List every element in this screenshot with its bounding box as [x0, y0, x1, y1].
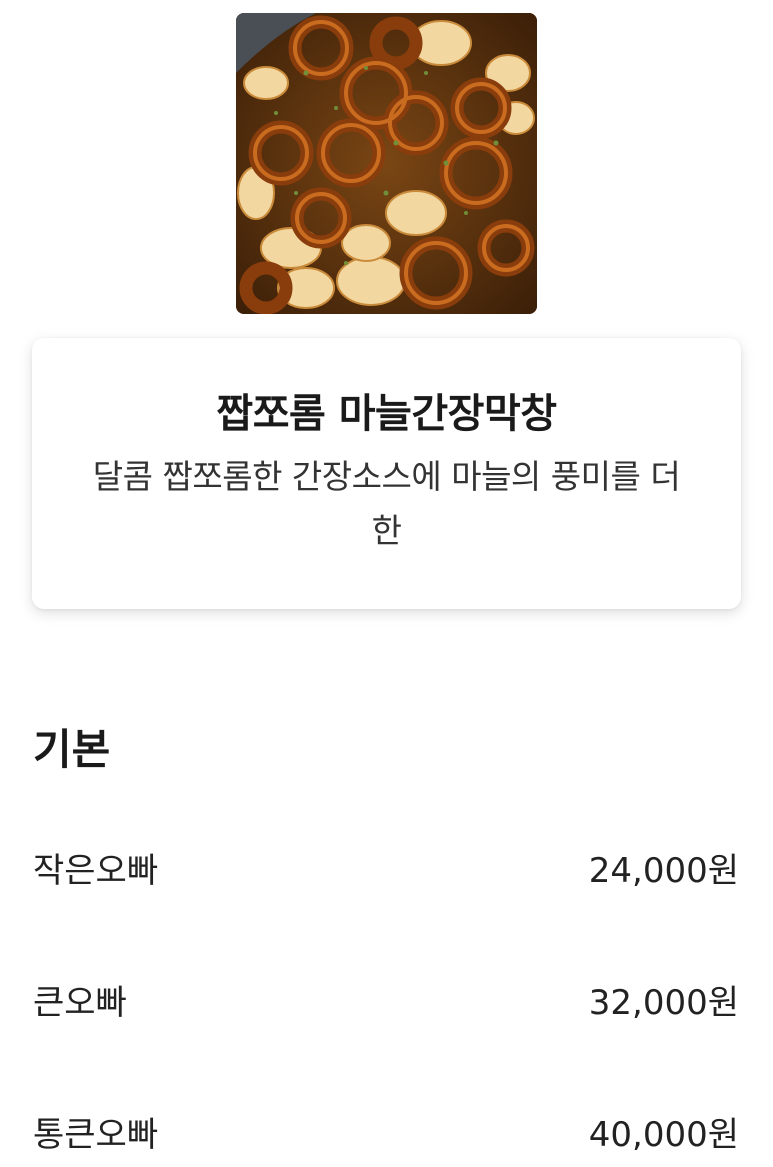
option-price: 24,000원	[588, 850, 739, 891]
option-row[interactable]: 큰오빠 32,000원	[33, 974, 739, 1024]
menu-food-image	[236, 13, 537, 314]
option-price: 40,000원	[588, 1114, 739, 1155]
option-row[interactable]: 통큰오빠 40,000원	[33, 1106, 739, 1156]
menu-description: 달콤 짭쪼롬한 간장소스에 마늘의 풍미를 더한	[92, 457, 681, 550]
menu-info-card: 짭쪼롬 마늘간장막창 달콤 짭쪼롬한 간장소스에 마늘의 풍미를 더한	[32, 338, 741, 609]
option-row[interactable]: 작은오빠 24,000원	[33, 842, 739, 892]
options-section-title: 기본	[33, 725, 111, 774]
menu-title: 짭쪼롬 마늘간장막창	[216, 391, 557, 437]
option-price: 32,000원	[588, 982, 739, 1023]
option-name: 통큰오빠	[33, 1114, 159, 1155]
option-name: 작은오빠	[33, 850, 159, 891]
option-name: 큰오빠	[33, 982, 127, 1023]
